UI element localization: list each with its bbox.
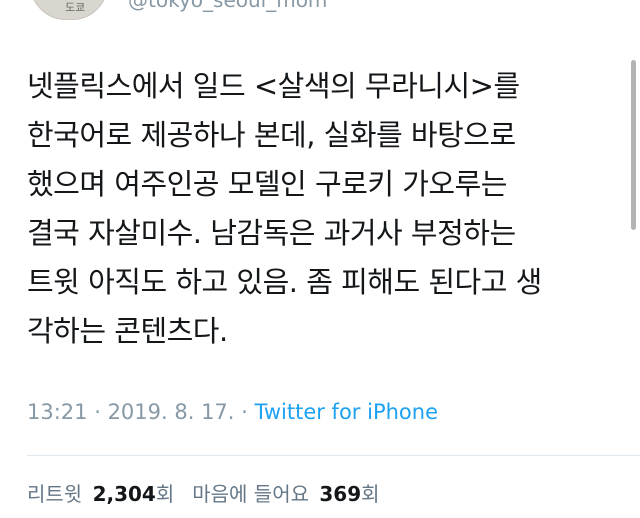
tweet-detail-page: 도쿄 @tokyo_seoul_mom 넷플릭스에서 일드 <살색의 무라니시>… (0, 0, 640, 518)
likes-unit: 회 (361, 482, 380, 506)
tweet-line: 했으며 여주인공 모델인 구로키 가오루는 (27, 167, 507, 201)
retweets-count: 2,304 (92, 482, 156, 506)
meta-separator: · (87, 400, 108, 424)
likes-label: 마음에 들어요 (192, 482, 309, 506)
tweet-metadata: 13:21 · 2019. 8. 17. · Twitter for iPhon… (27, 400, 438, 424)
likes-count: 369 (319, 482, 362, 506)
divider (27, 455, 640, 456)
tweet-header: 도쿄 @tokyo_seoul_mom (30, 0, 327, 22)
likes-stat[interactable]: 마음에 들어요 369회 (192, 478, 379, 507)
tweet-date[interactable]: 2019. 8. 17. (108, 400, 235, 424)
tweet-time[interactable]: 13:21 (27, 400, 88, 424)
user-handle[interactable]: @tokyo_seoul_mom (128, 0, 327, 10)
tweet-line: 한국어로 제공하나 본데, 실화를 바탕으로 (27, 118, 516, 152)
tweet-line: 트윗 아직도 하고 있음. 좀 피해도 된다고 생 (27, 265, 542, 299)
meta-separator: · (234, 400, 255, 424)
tweet-source-link[interactable]: Twitter for iPhone (255, 400, 439, 424)
retweets-label: 리트윗 (27, 482, 83, 506)
tweet-line: 각하는 콘텐츠다. (27, 314, 228, 348)
scrollbar[interactable] (631, 60, 636, 230)
retweets-unit: 회 (155, 482, 175, 506)
tweet-line: 넷플릭스에서 일드 <살색의 무라니시>를 (27, 69, 520, 103)
tweet-line: 결국 자살미수. 남감독은 과거사 부정하는 (27, 216, 516, 250)
avatar[interactable]: 도쿄 (30, 0, 108, 20)
tweet-text: 넷플릭스에서 일드 <살색의 무라니시>를 한국어로 제공하나 본데, 실화를 … (27, 62, 617, 356)
avatar-text: 도쿄 (65, 1, 86, 14)
tweet-stats: 리트윗 2,304회 마음에 들어요 369회 (27, 478, 380, 507)
retweets-stat[interactable]: 리트윗 2,304회 (27, 478, 174, 507)
